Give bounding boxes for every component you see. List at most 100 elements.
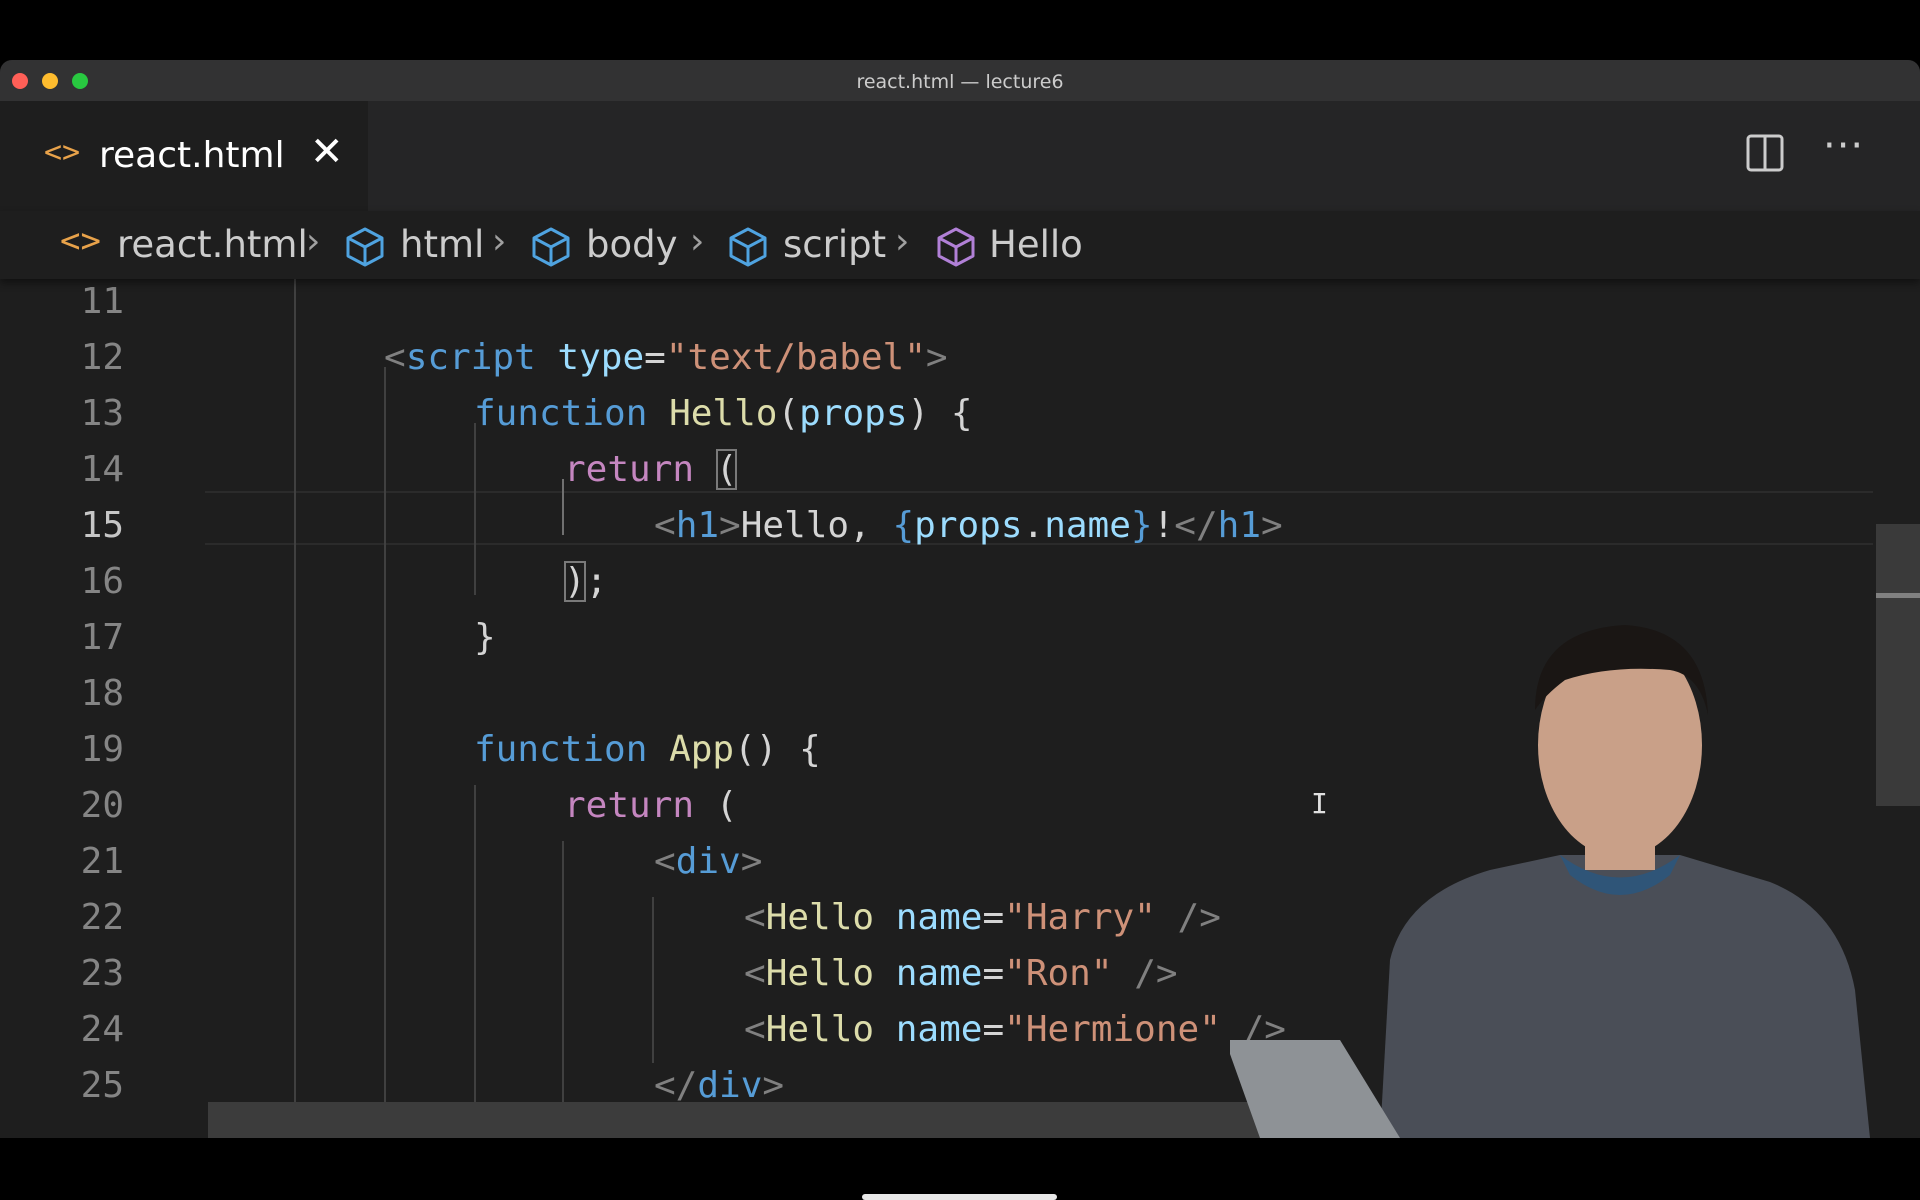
code-token: =	[982, 953, 1005, 994]
code-token: script	[405, 337, 536, 378]
code-line: </div>	[654, 1065, 784, 1106]
breadcrumb-item-script[interactable]: script	[783, 223, 886, 266]
code-token: name	[895, 953, 983, 994]
breadcrumb-item-body[interactable]: body	[586, 223, 678, 266]
code-token: =	[982, 897, 1005, 938]
indent-guide	[294, 279, 296, 1138]
tab-react-html[interactable]: <> react.html ✕	[0, 101, 368, 211]
code-token: <	[654, 505, 676, 546]
line-number: 20	[80, 785, 124, 826]
code-token: }	[1130, 505, 1153, 546]
line-number: 19	[80, 729, 124, 770]
code-line: return (	[564, 785, 737, 826]
split-editor-icon[interactable]	[1746, 134, 1784, 172]
breadcrumb-item-html[interactable]: html	[400, 223, 484, 266]
code-token: <	[744, 953, 766, 994]
chevron-right-icon: ›	[306, 221, 321, 262]
line-number: 13	[80, 393, 124, 434]
code-token: name	[895, 897, 983, 938]
indent-guide	[562, 841, 564, 1138]
code-token: Hello	[765, 897, 875, 938]
code-brackets-icon: <>	[60, 221, 101, 261]
line-number: 23	[80, 953, 124, 994]
code-token: "Harry"	[1004, 897, 1156, 938]
code-token: div	[697, 1065, 763, 1106]
code-token: () {	[734, 729, 821, 770]
code-token: }	[474, 617, 496, 658]
line-number: 22	[80, 897, 124, 938]
breadcrumb-item-hello[interactable]: Hello	[989, 223, 1083, 266]
code-line: <div>	[654, 841, 762, 882]
cube-icon	[729, 227, 767, 267]
code-token: Hello	[765, 1009, 875, 1050]
home-indicator	[862, 1194, 1057, 1200]
code-token: =	[982, 1009, 1005, 1050]
horizontal-scrollbar[interactable]	[208, 1102, 1278, 1138]
line-number: 14	[80, 449, 124, 490]
code-token: )	[564, 561, 586, 602]
line-number: 12	[80, 337, 124, 378]
chevron-right-icon: ›	[492, 221, 507, 262]
tab-label: react.html	[99, 135, 285, 176]
line-number: 15	[80, 505, 124, 546]
code-token: Hello,	[740, 505, 893, 546]
code-token: return	[564, 785, 695, 826]
code-token: return	[564, 449, 695, 490]
code-token: <	[744, 897, 766, 938]
title-bar: react.html — lecture6	[0, 60, 1920, 101]
code-token: function	[474, 729, 648, 770]
code-token: ;	[585, 561, 608, 602]
code-token: name	[895, 1009, 983, 1050]
indent-guide	[474, 423, 476, 595]
code-token: <	[654, 841, 676, 882]
code-token: name	[1044, 505, 1131, 546]
code-token: =	[644, 337, 666, 378]
cube-icon	[346, 227, 384, 267]
code-line: <script type="text/babel">	[384, 337, 948, 378]
code-token: <	[384, 337, 406, 378]
close-tab-icon[interactable]: ✕	[310, 129, 344, 175]
code-token: function	[474, 393, 648, 434]
code-token: </	[654, 1065, 698, 1106]
chevron-right-icon: ›	[690, 221, 705, 262]
chevron-right-icon: ›	[895, 221, 910, 262]
code-token: "Hermione"	[1004, 1009, 1221, 1050]
code-token: h1	[1217, 505, 1261, 546]
more-actions-icon[interactable]: ···	[1823, 123, 1864, 169]
code-line: <Hello name="Hermione" />	[744, 1009, 1286, 1050]
line-number: 24	[80, 1009, 124, 1050]
code-line: return (	[564, 449, 738, 490]
code-token: props	[799, 393, 908, 434]
line-number: 25	[80, 1065, 124, 1106]
code-token: props	[914, 505, 1023, 546]
code-token: Hello	[669, 393, 778, 434]
breadcrumb-item-file[interactable]: react.html	[117, 223, 308, 266]
code-brackets-icon: <>	[44, 135, 81, 170]
code-token: h1	[675, 505, 720, 546]
code-token: "text/babel"	[665, 337, 926, 378]
code-token: Hello	[765, 953, 875, 994]
code-token: .	[1022, 505, 1045, 546]
line-number: 17	[80, 617, 124, 658]
code-token: >	[719, 505, 741, 546]
breadcrumb: <> react.html › html › body › script › H…	[0, 211, 1920, 279]
code-token: >	[925, 337, 948, 378]
indent-guide	[652, 897, 654, 1063]
code-token: App	[669, 729, 735, 770]
code-token: >	[740, 841, 763, 882]
code-token: (	[777, 393, 800, 434]
line-number: 18	[80, 673, 124, 714]
code-line: <Hello name="Ron" />	[744, 953, 1178, 994]
window-title: react.html — lecture6	[856, 71, 1064, 93]
code-token: ) {	[907, 393, 973, 434]
indent-guide	[474, 785, 476, 1138]
code-token: div	[675, 841, 741, 882]
code-token: {	[892, 505, 915, 546]
